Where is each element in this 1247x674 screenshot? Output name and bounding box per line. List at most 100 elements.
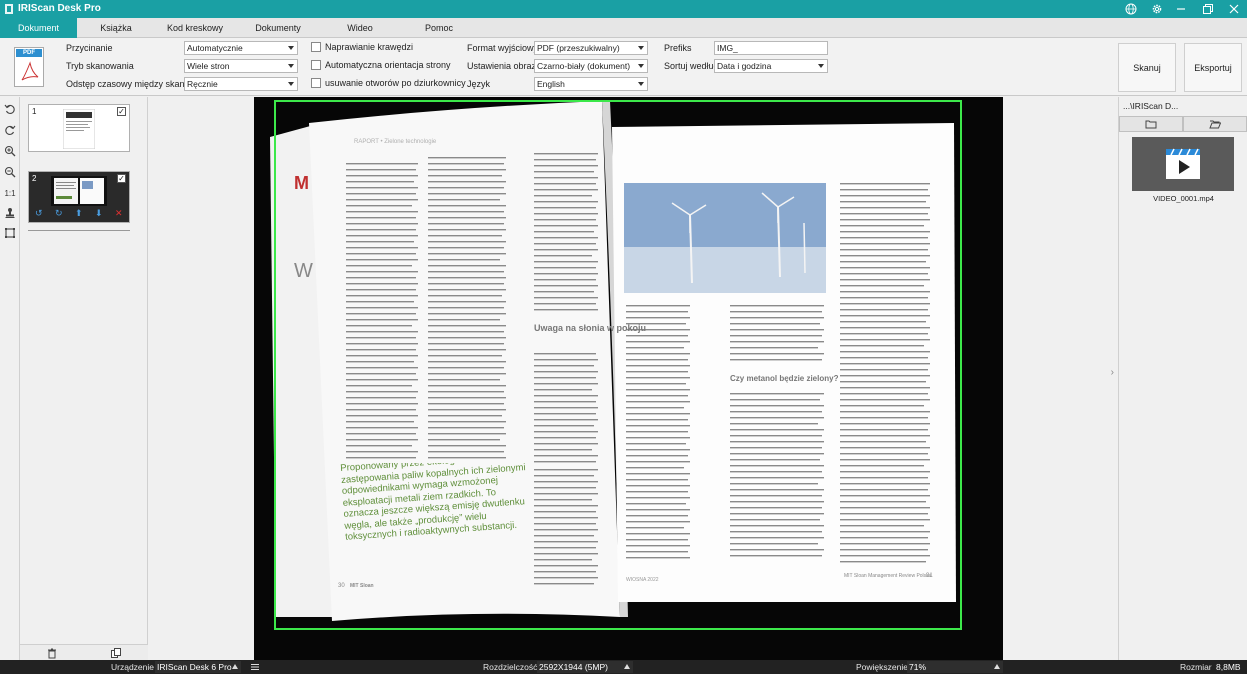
device-settings-icon[interactable] [251, 663, 259, 671]
thumb-rotate-left-icon[interactable]: ↺ [35, 208, 43, 219]
zoom-out-icon[interactable] [2, 164, 18, 180]
tab-barcode[interactable]: Kod kreskowy [160, 18, 230, 38]
crop-select[interactable]: Automatycznie [184, 41, 298, 55]
scan-button[interactable]: Skanuj [1118, 43, 1176, 92]
chevron-down-icon [638, 46, 644, 50]
status-bar: Urządzenie IRIScan Desk 6 Pro Rozdzielcz… [0, 660, 1247, 674]
page-thumbnails-panel: 1 ✓ 2 ✓ ↺ ↻ ⬆ ⬇ ✕ [20, 97, 148, 660]
rotate-right-icon[interactable] [2, 122, 18, 138]
output-format-value: PDF (przeszukiwalny) [537, 43, 620, 53]
page-preview-icon [63, 109, 95, 149]
stamp-icon[interactable] [2, 205, 18, 221]
tab-bar: Dokument Książka Kod kreskowy Dokumenty … [0, 18, 1247, 53]
scan-mode-label: Tryb skanowania [66, 61, 134, 71]
thumbnail-footer [20, 644, 148, 660]
tab-id-documents[interactable]: Dokumenty tożsamości [232, 18, 324, 53]
app-title: IRIScan Desk Pro [18, 3, 101, 14]
folder-browse-icon[interactable] [1119, 116, 1183, 132]
globe-icon[interactable] [1120, 0, 1142, 18]
pdf-format-icon[interactable]: PDF [14, 47, 44, 87]
title-bar: IRIScan Desk Pro [0, 0, 1247, 18]
resolution-select[interactable]: 2592X1944 (5MP) [537, 661, 633, 673]
tab-video[interactable]: Wideo [338, 18, 382, 38]
tab-document[interactable]: Dokument [0, 18, 77, 38]
tab-book[interactable]: Książka [88, 18, 144, 38]
thumbnail-checkbox[interactable]: ✓ [117, 107, 126, 116]
scan-mode-select[interactable]: Wiele stron [184, 59, 298, 73]
resolution-value: 2592X1944 (5MP) [539, 662, 608, 672]
close-icon[interactable] [1223, 0, 1245, 18]
sort-by-value: Data i godzina [717, 61, 772, 71]
scan-mode-value: Wiele stron [187, 61, 230, 71]
image-settings-value: Czarno-biały (dokument) [537, 61, 631, 71]
device-label: Urządzenie [111, 662, 154, 672]
expand-panel-icon[interactable]: › [1111, 367, 1114, 378]
size-value: 8,8MB [1216, 662, 1241, 672]
viewer-left-margin [148, 97, 254, 660]
minimize-icon[interactable] [1170, 0, 1192, 18]
zoom-value: 71% [909, 662, 927, 672]
resolution-label: Rozdzielczość [483, 662, 538, 672]
image-settings-select[interactable]: Czarno-biały (dokument) [534, 59, 648, 73]
tab-help[interactable]: Pomoc [418, 18, 460, 38]
export-button[interactable]: Eksportuj [1184, 43, 1242, 92]
thumbnail-scrollbar[interactable] [28, 230, 130, 231]
thumbnail-checkbox[interactable]: ✓ [117, 174, 126, 183]
language-value: English [537, 79, 565, 89]
video-thumbnail[interactable] [1132, 137, 1234, 191]
options-ribbon: PDF Przycinanie Automatycznie Tryb skano… [0, 38, 1247, 96]
scan-preview[interactable]: M W RAPORT • Zielone technologie Uwaga n… [254, 97, 1003, 660]
chevron-down-icon [288, 64, 294, 68]
zoom-select[interactable]: 71% [907, 661, 1003, 673]
app-logo-icon [5, 4, 13, 14]
thumbnail-number: 2 [32, 174, 37, 183]
rotate-left-icon[interactable] [2, 101, 18, 117]
prefix-label: Prefiks [664, 43, 692, 53]
video-file-name: VIDEO_0001.mp4 [1153, 194, 1214, 203]
video-file-icon [1166, 148, 1200, 179]
auto-orient-checkbox[interactable] [311, 60, 321, 70]
chevron-down-icon [638, 82, 644, 86]
chevron-down-icon [818, 64, 824, 68]
sort-by-select[interactable]: Data i godzina [714, 59, 828, 73]
chevron-down-icon [288, 82, 294, 86]
thumb-move-up-icon[interactable]: ⬆ [75, 208, 83, 219]
thumb-move-down-icon[interactable]: ⬇ [95, 208, 103, 219]
folder-path: ...\IRIScan D... [1123, 101, 1179, 111]
viewer-right-margin: › [1003, 97, 1118, 660]
chevron-down-icon [288, 46, 294, 50]
crop-tool-icon[interactable] [2, 225, 18, 241]
device-select[interactable]: IRIScan Desk 6 Pro [155, 661, 241, 673]
prefix-input[interactable]: IMG_ [714, 41, 828, 55]
page-thumbnail-1[interactable]: 1 ✓ [28, 104, 130, 152]
files-panel: ...\IRIScan D... VIDEO_0001.mp4 [1118, 97, 1247, 660]
restore-icon[interactable] [1197, 0, 1219, 18]
chevron-up-icon [994, 664, 1000, 669]
zoom-in-icon[interactable] [2, 143, 18, 159]
output-format-select[interactable]: PDF (przeszukiwalny) [534, 41, 648, 55]
remove-holes-checkbox[interactable] [311, 78, 321, 88]
folder-open-icon[interactable] [1183, 116, 1247, 132]
device-value: IRIScan Desk 6 Pro [157, 662, 232, 672]
interval-label: Odstęp czasowy między skanami [66, 79, 200, 89]
gear-icon[interactable] [1146, 0, 1168, 18]
fix-edges-checkbox[interactable] [311, 42, 321, 52]
app-window: IRIScan Desk Pro Dokument Książka Kod kr… [0, 0, 1247, 674]
sort-by-label: Sortuj według [664, 61, 719, 71]
language-select[interactable]: English [534, 77, 648, 91]
copy-pages-icon[interactable] [110, 647, 122, 659]
thumb-delete-icon[interactable]: ✕ [115, 208, 123, 219]
interval-select[interactable]: Ręcznie [184, 77, 298, 91]
thumb-rotate-right-icon[interactable]: ↻ [55, 208, 63, 219]
trash-icon[interactable] [46, 647, 58, 659]
crop-label: Przycinanie [66, 43, 113, 53]
crop-frame[interactable] [274, 100, 962, 630]
page-thumbnail-2[interactable]: 2 ✓ ↺ ↻ ⬆ ⬇ ✕ [28, 171, 130, 223]
pdf-icon-label: PDF [16, 49, 42, 57]
crop-value: Automatycznie [187, 43, 243, 53]
chevron-up-icon [624, 664, 630, 669]
interval-value: Ręcznie [187, 79, 218, 89]
actual-size-button[interactable]: 1:1 [2, 185, 18, 201]
chevron-up-icon [232, 664, 238, 669]
size-label: Rozmiar [1180, 662, 1212, 672]
